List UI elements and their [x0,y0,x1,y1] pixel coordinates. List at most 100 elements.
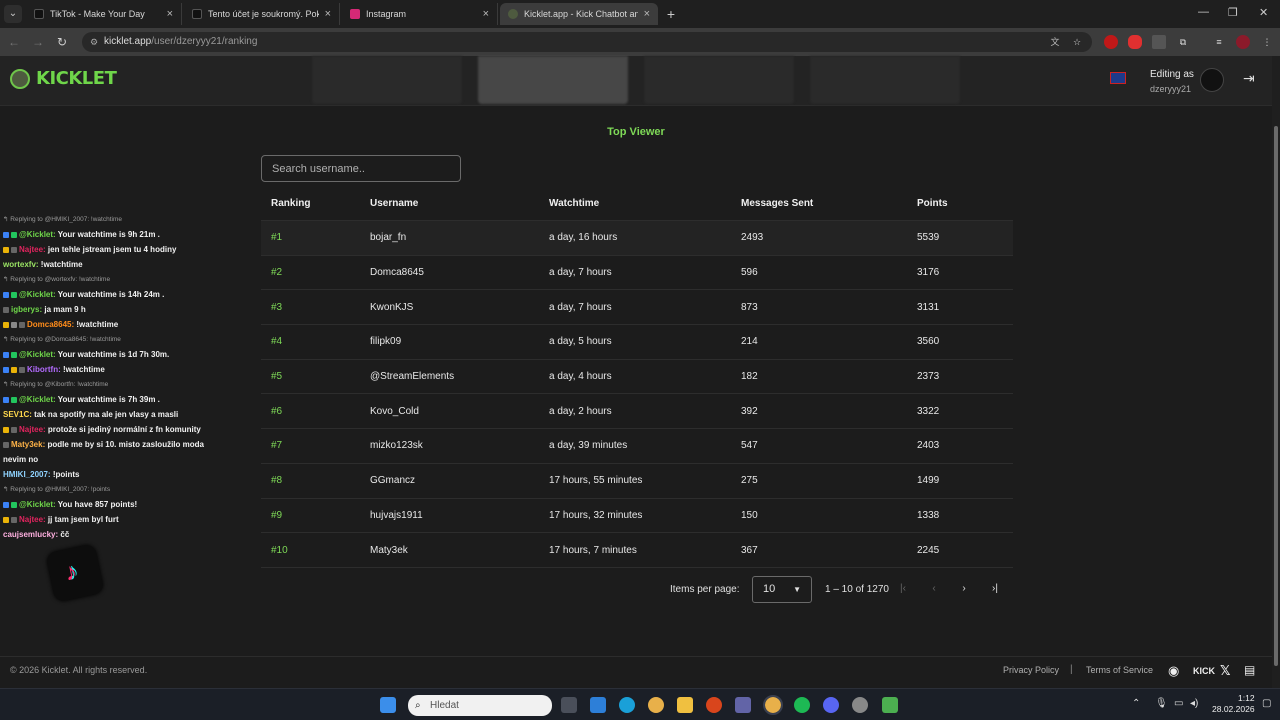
app-icon[interactable] [590,697,606,713]
chrome-icon[interactable] [648,697,664,713]
watchtime-cell: 17 hours, 7 minutes [549,544,637,556]
extensions-puzzle-icon[interactable]: ⧉ [1176,35,1190,49]
tiktok-icon [192,9,202,19]
items-per-page-select[interactable]: 10 ▼ [752,576,812,603]
previous-page-icon[interactable]: ‹ [927,582,941,596]
tab-tiktok-private[interactable]: Tento účet je soukromý. Pokud × [184,3,340,25]
column-header-ranking: Ranking [271,197,311,209]
microphone-icon[interactable]: 🎙 [1155,698,1168,709]
browser-menu-icon[interactable]: ⋮ [1260,35,1274,49]
points-cell: 3322 [917,405,940,417]
tab-label: Tento účet je soukromý. Pokud [208,9,319,19]
x-icon[interactable]: 𝕏 [1220,663,1230,679]
nav-tab-blurred[interactable] [312,56,462,104]
avatar[interactable] [1200,68,1224,92]
forward-icon[interactable]: → [30,34,46,50]
logout-icon[interactable]: ⇥ [1243,70,1255,87]
table-row[interactable]: #8 GGmancz 17 hours, 55 minutes 275 1499 [261,464,1013,499]
nav-tab-blurred[interactable] [810,56,960,104]
chat-reply: ↰ Replying to @Kibortfn: !watchtime [3,381,109,388]
close-window-icon[interactable]: ✕ [1259,6,1268,19]
scrollbar-thumb[interactable] [1274,126,1278,666]
first-page-icon[interactable]: |‹ [896,582,910,596]
last-page-icon[interactable]: ›| [988,582,1002,596]
kick-link[interactable]: KICK [1193,666,1215,676]
tab-tiktok[interactable]: TikTok - Make Your Day × [26,3,182,25]
table-row[interactable]: #3 KwonKJS a day, 7 hours 873 3131 [261,290,1013,326]
privacy-policy-link[interactable]: Privacy Policy [1003,665,1059,675]
language-flag-icon[interactable] [1110,72,1126,84]
spotify-icon[interactable] [794,697,810,713]
nav-tab-blurred-selected[interactable] [478,56,628,104]
close-tab-icon[interactable]: × [644,8,650,20]
profile-avatar-icon[interactable] [1236,35,1250,49]
rank-cell: #3 [271,301,283,313]
network-icon[interactable]: ▭ [1174,698,1183,709]
minecraft-icon[interactable] [882,697,898,713]
extension-icon[interactable] [1128,35,1142,49]
search-input[interactable] [261,155,461,182]
points-cell: 2245 [917,544,940,556]
restore-icon[interactable]: ❐ [1228,6,1238,19]
chat-message: Kibortfn: !watchtime [3,362,243,377]
tray-expand-icon[interactable]: ⌃ [1132,698,1140,709]
document-icon[interactable]: ▤ [1244,663,1255,677]
ranking-table: Ranking Username Watchtime Messages Sent… [261,186,1013,568]
steam-icon[interactable] [852,697,868,713]
tab-instagram[interactable]: Instagram × [342,3,498,25]
extension-icon[interactable] [1152,35,1166,49]
minimize-icon[interactable]: — [1198,6,1209,18]
points-cell: 2373 [917,371,940,383]
notifications-icon[interactable]: ▢ [1262,698,1271,709]
table-row[interactable]: #10 Maty3ek 17 hours, 7 minutes 367 2245 [261,533,1013,568]
table-row[interactable]: #4 filipk09 a day, 5 hours 214 3560 [261,325,1013,360]
next-page-icon[interactable]: › [957,582,971,596]
windows-start-icon[interactable] [380,697,396,713]
new-tab-icon[interactable]: + [664,5,678,23]
discord-taskbar-icon[interactable] [823,697,839,713]
logo-text: KICKLET [36,68,117,89]
back-icon[interactable]: ← [6,34,22,50]
username-cell: mizko123sk [370,440,423,452]
messages-cell: 275 [741,475,758,487]
table-row[interactable]: #9 hujvajs1911 17 hours, 32 minutes 150 … [261,499,1013,534]
extension-icon[interactable] [1104,35,1118,49]
table-row[interactable]: #1 bojar_fn a day, 16 hours 2493 5539 [261,221,1013,256]
scrollbar[interactable] [1272,56,1280,688]
edge-icon[interactable] [619,697,635,713]
close-tab-icon[interactable]: × [483,8,489,20]
tab-kicklet[interactable]: Kicklet.app - Kick Chatbot and I × [500,3,658,25]
table-row[interactable]: #2 Domca8645 a day, 7 hours 596 3176 [261,256,1013,291]
terms-of-service-link[interactable]: Terms of Service [1086,665,1153,675]
system-clock[interactable]: 1:12 28.02.2026 [1212,693,1255,715]
translate-icon[interactable]: 文 [1048,35,1062,49]
messages-cell: 182 [741,371,758,383]
task-view-icon[interactable] [561,697,577,713]
table-row[interactable]: #6 Kovo_Cold a day, 2 hours 392 3322 [261,394,1013,430]
bookmark-star-icon[interactable]: ☆ [1070,35,1084,49]
chrome-active-icon[interactable] [763,695,783,715]
close-tab-icon[interactable]: × [325,8,331,20]
app-icon[interactable] [706,697,722,713]
taskbar-search[interactable]: ⌕ Hledat [408,695,552,716]
file-explorer-icon[interactable] [677,697,693,713]
kicklet-icon [508,9,518,19]
kicklet-logo[interactable]: KICKLET [10,68,117,89]
teams-icon[interactable] [735,697,751,713]
nav-tab-blurred[interactable] [644,56,794,104]
items-per-page-value: 10 [763,583,776,595]
tab-search-icon[interactable]: ⌄ [4,5,22,23]
rank-cell: #6 [271,405,283,417]
copyright: © 2026 Kicklet. All rights reserved. [10,665,148,675]
table-row[interactable]: #5 @StreamElements a day, 4 hours 182 23… [261,360,1013,395]
close-tab-icon[interactable]: × [167,8,173,20]
clock-time: 1:12 [1238,693,1255,703]
volume-icon[interactable]: ◂) [1190,698,1198,709]
media-control-icon[interactable]: ≡ [1212,35,1226,49]
address-bar[interactable]: ⚙ kicklet.app/user/dzeryyy21/ranking [82,32,1092,52]
watchtime-cell: a day, 2 hours [549,405,612,417]
site-info-icon[interactable]: ⚙ [90,32,98,52]
reload-icon[interactable]: ↻ [54,34,70,50]
discord-icon[interactable]: ◉ [1168,663,1179,679]
table-row[interactable]: #7 mizko123sk a day, 39 minutes 547 2403 [261,429,1013,464]
